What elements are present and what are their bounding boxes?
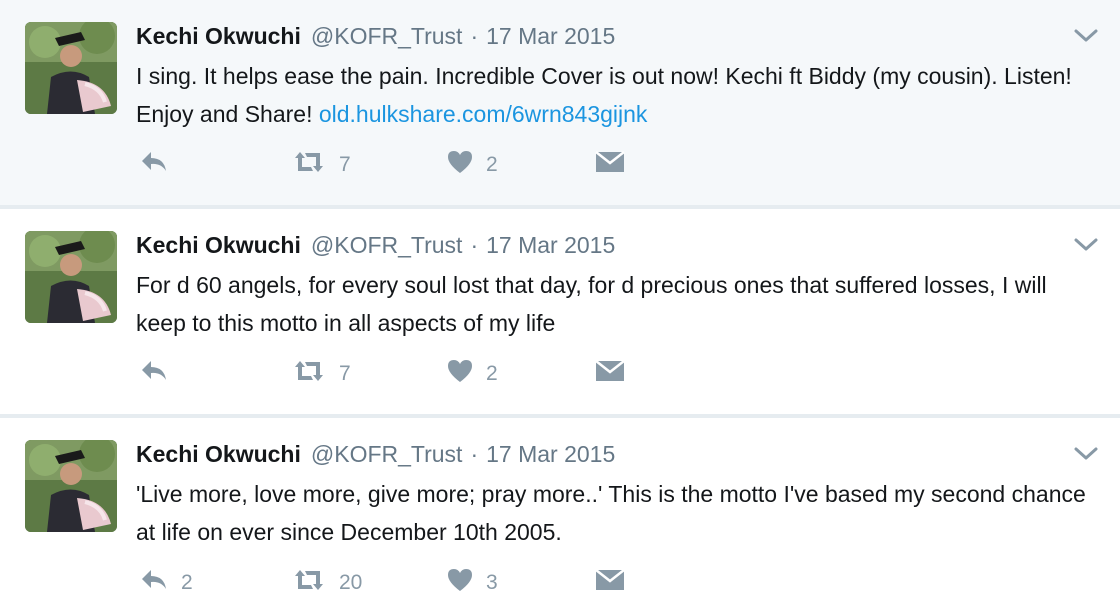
tweet-actions: 7 2 <box>136 359 736 389</box>
direct-message-button[interactable] <box>594 359 626 389</box>
reply-icon <box>139 358 169 390</box>
tweet-body: For d 60 angels, for every soul lost tha… <box>136 272 1047 336</box>
like-count: 2 <box>486 362 498 385</box>
tweet-text: 'Live more, love more, give more; pray m… <box>136 475 1086 551</box>
heart-icon <box>446 567 474 599</box>
author-handle[interactable]: @KOFR_Trust <box>311 440 463 468</box>
tweet-text: I sing. It helps ease the pain. Incredib… <box>136 57 1086 133</box>
tweet[interactable]: Kechi Okwuchi @KOFR_Trust · 17 Mar 2015 … <box>0 0 1120 205</box>
reply-count: 2 <box>181 571 193 594</box>
separator: · <box>470 23 479 49</box>
tweet-header: Kechi Okwuchi @KOFR_Trust · 17 Mar 2015 <box>136 440 615 468</box>
tweet-timestamp[interactable]: 17 Mar 2015 <box>486 440 615 468</box>
tweet-actions: 2 20 3 <box>136 568 736 598</box>
avatar[interactable] <box>25 440 117 532</box>
direct-message-icon <box>594 358 626 390</box>
tweet[interactable]: Kechi Okwuchi @KOFR_Trust · 17 Mar 2015 … <box>0 209 1120 414</box>
tweet-actions: 7 2 <box>136 150 736 180</box>
like-button[interactable]: 2 <box>446 150 498 180</box>
tweet-header: Kechi Okwuchi @KOFR_Trust · 17 Mar 2015 <box>136 22 615 50</box>
tweet-header: Kechi Okwuchi @KOFR_Trust · 17 Mar 2015 <box>136 231 615 259</box>
author-name[interactable]: Kechi Okwuchi <box>136 231 301 259</box>
retweet-button[interactable]: 20 <box>291 568 362 598</box>
chevron-down-icon[interactable] <box>1072 235 1100 255</box>
like-button[interactable]: 3 <box>446 568 498 598</box>
chevron-down-icon[interactable] <box>1072 26 1100 46</box>
retweet-count: 20 <box>339 571 363 594</box>
author-name[interactable]: Kechi Okwuchi <box>136 22 301 50</box>
like-button[interactable]: 2 <box>446 359 498 389</box>
direct-message-icon <box>594 149 626 181</box>
author-handle[interactable]: @KOFR_Trust <box>311 231 463 259</box>
heart-icon <box>446 149 474 181</box>
tweet-link[interactable]: old.hulkshare.com/6wrn843gijnk <box>319 101 648 127</box>
reply-icon <box>139 567 169 599</box>
author-handle[interactable]: @KOFR_Trust <box>311 22 463 50</box>
retweet-icon <box>291 567 327 599</box>
direct-message-button[interactable] <box>594 150 626 180</box>
retweet-icon <box>291 358 327 390</box>
reply-button[interactable] <box>139 359 181 389</box>
chevron-down-icon[interactable] <box>1072 444 1100 464</box>
retweet-button[interactable]: 7 <box>291 359 351 389</box>
tweet-timestamp[interactable]: 17 Mar 2015 <box>486 231 615 259</box>
tweet-text: For d 60 angels, for every soul lost tha… <box>136 266 1086 342</box>
separator: · <box>470 232 479 258</box>
reply-button[interactable]: 2 <box>139 568 193 598</box>
direct-message-button[interactable] <box>594 568 626 598</box>
avatar[interactable] <box>25 231 117 323</box>
heart-icon <box>446 358 474 390</box>
separator: · <box>470 441 479 467</box>
avatar[interactable] <box>25 22 117 114</box>
tweet-timeline: Kechi Okwuchi @KOFR_Trust · 17 Mar 2015 … <box>0 0 1120 611</box>
retweet-button[interactable]: 7 <box>291 150 351 180</box>
like-count: 3 <box>486 571 498 594</box>
like-count: 2 <box>486 153 498 176</box>
author-name[interactable]: Kechi Okwuchi <box>136 440 301 468</box>
direct-message-icon <box>594 567 626 599</box>
tweet-timestamp[interactable]: 17 Mar 2015 <box>486 22 615 50</box>
reply-icon <box>139 149 169 181</box>
reply-button[interactable] <box>139 150 181 180</box>
tweet[interactable]: Kechi Okwuchi @KOFR_Trust · 17 Mar 2015 … <box>0 418 1120 611</box>
retweet-count: 7 <box>339 362 351 385</box>
retweet-icon <box>291 149 327 181</box>
tweet-body: 'Live more, love more, give more; pray m… <box>136 481 1086 545</box>
retweet-count: 7 <box>339 153 351 176</box>
